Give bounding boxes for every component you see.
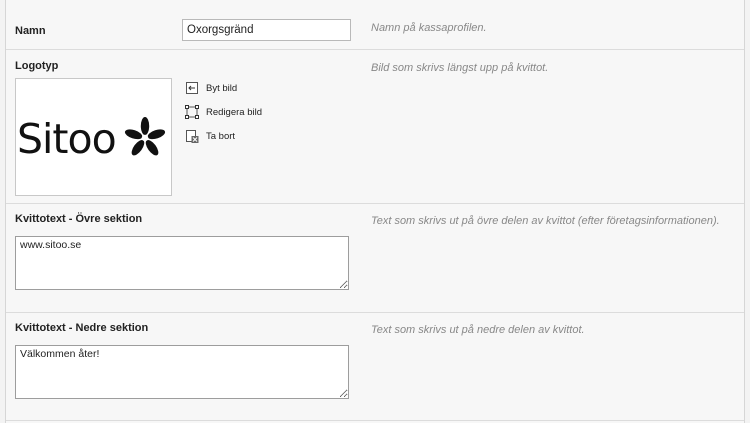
delete-image-label: Ta bort (206, 130, 236, 142)
replace-image-label: Byt bild (206, 82, 238, 94)
name-help: Namn på kassaprofilen. (371, 22, 487, 34)
delete-image-button[interactable]: Ta bort (185, 129, 235, 143)
receipt-bottom-row: Kvittotext - Nedre sektion Text som skri… (6, 313, 744, 421)
settings-panel: Namn Namn på kassaprofilen. Logotyp Bild… (5, 0, 745, 423)
receipt-top-textarea[interactable]: www.sitoo.se (15, 236, 349, 290)
receipt-top-label: Kvittotext - Övre sektion (15, 213, 143, 225)
flower-logo-icon (124, 117, 166, 156)
name-label: Namn (15, 25, 46, 37)
name-input[interactable] (182, 19, 351, 41)
logo-label: Logotyp (15, 60, 59, 72)
replace-image-button[interactable]: Byt bild (185, 81, 237, 95)
receipt-top-row: Kvittotext - Övre sektion Text som skriv… (6, 204, 744, 313)
replace-image-icon (186, 82, 198, 94)
receipt-bottom-textarea[interactable]: Välkommen åter! (15, 345, 349, 399)
name-row: Namn Namn på kassaprofilen. (6, 0, 744, 50)
delete-image-icon (186, 130, 199, 143)
logo-wordmark: Sitoo (17, 115, 117, 163)
receipt-bottom-help: Text som skrivs ut på nedre delen av kvi… (371, 324, 585, 336)
logo-help: Bild som skrivs längst upp på kvittot. (371, 62, 549, 74)
edit-image-button[interactable]: Redigera bild (185, 105, 262, 119)
receipt-bottom-label: Kvittotext - Nedre sektion (15, 322, 149, 334)
receipt-top-help: Text som skrivs ut på övre delen av kvit… (371, 215, 720, 227)
edit-image-label: Redigera bild (206, 106, 262, 118)
crop-icon (185, 105, 199, 119)
logo-image: Sitoo (15, 78, 172, 196)
